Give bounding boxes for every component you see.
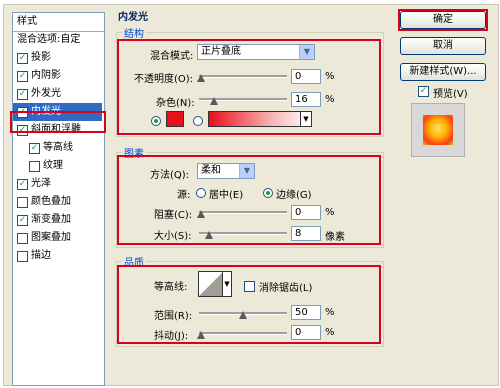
sidebar-item-label: 混合选项:自定 — [17, 34, 81, 45]
sidebar-item[interactable]: ✓ 渐变叠加 — [13, 211, 102, 229]
jitter-slider-thumb[interactable] — [197, 331, 205, 339]
jitter-input[interactable]: 0 — [291, 325, 321, 340]
noise-input[interactable]: 16 — [291, 92, 321, 107]
sidebar-item-label: 描边 — [31, 250, 51, 261]
sidebar-item[interactable]: ✓ 投影 — [13, 49, 102, 67]
choke-input[interactable]: 0 — [291, 205, 321, 220]
sidebar-item-checkbox[interactable]: ✓ — [17, 179, 28, 190]
color-radio[interactable] — [151, 116, 161, 126]
sidebar-item-checkbox[interactable]: ✓ — [17, 53, 28, 64]
jitter-unit: % — [325, 327, 335, 338]
new-style-button[interactable]: 新建样式(W)... — [400, 63, 486, 81]
styles-header[interactable]: 样式 — [13, 13, 104, 32]
antialias-label[interactable]: 消除锯齿(L) — [259, 279, 312, 294]
source-label: 源: — [177, 190, 191, 201]
glow-color-swatch[interactable] — [166, 111, 184, 127]
choke-label: 阻塞(C): — [154, 210, 193, 221]
sidebar-item-label: 外发光 — [31, 88, 61, 99]
size-label: 大小(S): — [154, 231, 192, 242]
range-label: 范围(R): — [154, 311, 193, 322]
method-select[interactable]: 柔和 ▼ — [197, 163, 255, 179]
sidebar-item-checkbox[interactable]: ✓ — [17, 215, 28, 226]
sidebar-item[interactable]: ✓ 等高线 — [13, 139, 102, 157]
styles-list: 样式 混合选项:自定 ✓ 投影 ✓ 内阴影 ✓ 外发光 ✓ 内发光 ✓ 斜面和浮雕 ✓ 等高线 纹理 ✓ 光泽… — [12, 12, 105, 386]
layer-style-dialog: 样式 混合选项:自定 ✓ 投影 ✓ 内阴影 ✓ 外发光 ✓ 内发光 ✓ 斜面和浮雕 ✓ 等高线 纹理 ✓ 光泽… — [3, 4, 499, 386]
range-unit: % — [325, 307, 335, 318]
sidebar-item-checkbox[interactable]: ✓ — [17, 71, 28, 82]
choke-slider-track[interactable] — [199, 211, 287, 214]
noise-slider-thumb[interactable] — [210, 97, 218, 105]
choke-unit: % — [325, 207, 335, 218]
sidebar-item-checkbox[interactable] — [17, 233, 28, 244]
noise-label: 杂色(N): — [156, 98, 195, 109]
chevron-down-icon: ▼ — [239, 164, 254, 178]
jitter-label: 抖动(J): — [154, 331, 189, 342]
method-label: 方法(Q): — [150, 170, 190, 181]
structure-group-label: 结构 — [122, 25, 146, 40]
preview-swatch — [423, 115, 453, 145]
method-value: 柔和 — [201, 165, 221, 176]
chevron-down-icon: ▼ — [300, 112, 311, 126]
sidebar-item-label: 光泽 — [31, 178, 51, 189]
sidebar-item-label: 纹理 — [43, 160, 63, 171]
size-slider-thumb[interactable] — [205, 231, 213, 239]
source-edge-radio[interactable] — [263, 188, 273, 198]
jitter-slider-track[interactable] — [199, 332, 287, 335]
size-unit: 像素 — [325, 232, 345, 243]
opacity-input[interactable]: 0 — [291, 69, 321, 84]
sidebar-item[interactable]: ✓ 内阴影 — [13, 67, 102, 85]
opacity-slider-thumb[interactable] — [197, 74, 205, 82]
opacity-slider-track[interactable] — [199, 75, 287, 78]
gradient-radio[interactable] — [193, 116, 203, 126]
sidebar-item[interactable]: ✓ 外发光 — [13, 85, 102, 103]
range-input[interactable]: 50 — [291, 305, 321, 320]
contour-label: 等高线: — [154, 282, 188, 293]
chevron-down-icon: ▼ — [222, 272, 231, 296]
selected-item-highlight — [10, 111, 106, 133]
sidebar-item[interactable]: ✓ 光泽 — [13, 175, 102, 193]
sidebar-item-label: 颜色叠加 — [31, 196, 71, 207]
ok-highlight — [398, 9, 488, 31]
sidebar-item-label: 图案叠加 — [31, 232, 71, 243]
preview-label[interactable]: 预览(V) — [433, 85, 468, 100]
contour-curve-icon — [199, 272, 223, 296]
cancel-button[interactable]: 取消 — [400, 37, 486, 55]
sidebar-item-checkbox[interactable] — [17, 251, 28, 262]
sidebar-item[interactable]: 纹理 — [13, 157, 102, 175]
preview-checkbox[interactable]: ✓ — [418, 86, 429, 97]
source-center-radio[interactable] — [196, 188, 206, 198]
sidebar-item[interactable]: 颜色叠加 — [13, 193, 102, 211]
source-center-label[interactable]: 居中(E) — [209, 186, 243, 201]
range-slider-thumb[interactable] — [239, 311, 247, 319]
sidebar-item-checkbox[interactable] — [29, 161, 40, 172]
source-edge-label[interactable]: 边缘(G) — [276, 186, 312, 201]
sidebar-item-label: 投影 — [31, 52, 51, 63]
blend-mode-label: 混合模式: — [150, 51, 194, 62]
sidebar-item[interactable]: 混合选项:自定 — [13, 31, 102, 49]
preview-thumbnail — [411, 103, 465, 157]
sidebar-item-checkbox[interactable]: ✓ — [17, 89, 28, 100]
sidebar-item[interactable]: 描边 — [13, 247, 102, 265]
blend-mode-select[interactable]: 正片叠底 ▼ — [197, 44, 315, 60]
sidebar-item-label: 等高线 — [43, 142, 73, 153]
size-input[interactable]: 8 — [291, 226, 321, 241]
choke-slider-thumb[interactable] — [197, 210, 205, 218]
contour-picker[interactable]: ▼ — [198, 271, 232, 297]
sidebar-item-label: 渐变叠加 — [31, 214, 71, 225]
opacity-unit: % — [325, 71, 335, 82]
noise-unit: % — [325, 94, 335, 105]
blend-mode-value: 正片叠底 — [201, 46, 241, 57]
antialias-checkbox[interactable] — [244, 281, 255, 292]
sidebar-item-checkbox[interactable] — [17, 197, 28, 208]
opacity-label: 不透明度(O): — [134, 74, 194, 85]
sidebar-item[interactable]: 图案叠加 — [13, 229, 102, 247]
gradient-picker[interactable]: ▼ — [208, 111, 312, 127]
chevron-down-icon: ▼ — [299, 45, 314, 59]
sidebar-item-label: 内阴影 — [31, 70, 61, 81]
panel-title: 内发光 — [118, 12, 148, 23]
sidebar-item-checkbox[interactable]: ✓ — [29, 143, 40, 154]
